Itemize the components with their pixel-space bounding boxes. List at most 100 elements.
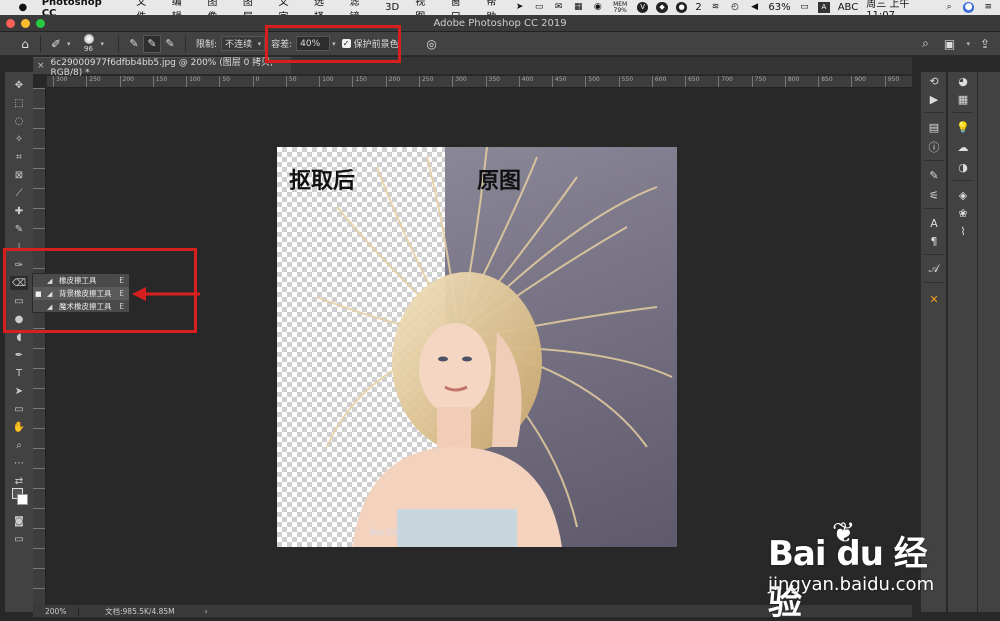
notification-count: 2 <box>695 2 702 13</box>
menu-3d[interactable]: 3D <box>385 2 399 13</box>
color-swatches[interactable] <box>10 488 28 508</box>
label-after-extract: 抠取后 <box>289 169 356 194</box>
libraries-panel-icon[interactable]: ☁ <box>954 140 972 154</box>
apple-icon[interactable]: ● <box>16 2 30 13</box>
info-panel-icon[interactable]: ⓘ <box>925 140 943 154</box>
ruler-tick <box>33 108 45 109</box>
background-color-swatch[interactable] <box>17 494 28 505</box>
swatches-panel-icon[interactable]: ▦ <box>954 92 972 106</box>
healing-brush-tool-icon[interactable]: ✚ <box>10 204 28 218</box>
color-panel-icon[interactable]: ◕ <box>954 74 972 88</box>
v-icon[interactable]: V <box>636 2 649 13</box>
channels-panel-icon[interactable]: ▤ <box>925 120 943 134</box>
tool-preset-icon[interactable]: ✐ <box>47 35 65 53</box>
minimize-window-button[interactable] <box>21 18 30 28</box>
share-icon[interactable]: ⇪ <box>976 35 994 53</box>
paragraph-panel-icon[interactable]: ¶ <box>925 234 943 248</box>
sampling-background-swatch-button[interactable]: ✎ <box>161 35 179 53</box>
calendar-icon[interactable]: ▦ <box>572 2 584 13</box>
ruler-tick-label: 50 <box>285 76 297 87</box>
notification-icon[interactable]: ● <box>675 2 688 13</box>
search-icon[interactable]: ⌕ <box>943 2 955 13</box>
workspace-icon[interactable]: ▣ <box>940 35 958 53</box>
siri-icon[interactable]: ● <box>962 2 975 13</box>
pressure-size-icon[interactable]: ◎ <box>423 35 441 53</box>
tools-cross-icon[interactable]: ✕ <box>925 292 943 306</box>
hand-tool-icon[interactable]: ✋ <box>10 420 28 434</box>
chat-icon[interactable]: ✉ <box>553 2 565 13</box>
input-method-icon[interactable]: A <box>818 2 830 13</box>
type-tool-icon[interactable]: T <box>10 366 28 380</box>
ruler-tick-label: 300 <box>452 76 467 87</box>
status-menu-arrow[interactable]: › <box>205 607 208 616</box>
horizontal-ruler[interactable]: 300 250 200 150 100 50 0 50 100 150 200 250 300 350 40… <box>47 76 912 88</box>
history-panel-icon[interactable]: ⟲ <box>925 74 943 88</box>
quick-mask-icon[interactable]: ◙ <box>10 514 28 528</box>
chevron-down-icon[interactable]: ▾ <box>966 40 970 48</box>
home-icon[interactable]: ⌂ <box>16 35 34 53</box>
brush-settings-icon[interactable]: ✎ <box>925 168 943 182</box>
notification-center-icon[interactable]: ≡ <box>982 2 994 13</box>
limit-label: 限制: <box>196 40 218 50</box>
location-arrow-icon[interactable]: ➤ <box>514 2 526 13</box>
adjustments-panel-icon[interactable]: ◑ <box>954 160 972 174</box>
document-image[interactable]: 抠取后 原图 iku.cn <box>277 147 677 547</box>
adjustments-sliders-icon[interactable]: ⚟ <box>925 188 943 202</box>
frame-tool-icon[interactable]: ⊠ <box>10 168 28 182</box>
more-tools-icon[interactable]: ⋯ <box>10 456 28 470</box>
vertical-ruler[interactable] <box>33 88 46 605</box>
zoom-tool-icon[interactable]: ⌕ <box>10 438 28 452</box>
wifi-icon[interactable]: ≋ <box>710 2 722 13</box>
path-selection-tool-icon[interactable]: ➤ <box>10 384 28 398</box>
character-panel-icon[interactable]: A <box>925 216 943 230</box>
zoom-level[interactable]: 200% <box>33 606 79 616</box>
ruler-tick <box>33 128 45 129</box>
marquee-tool-icon[interactable]: ⬚ <box>10 96 28 110</box>
eye-icon[interactable]: ◉ <box>592 2 604 13</box>
close-window-button[interactable] <box>6 18 15 28</box>
actions-panel-icon[interactable]: ▶ <box>925 92 943 106</box>
ruler-tick-label: 0 <box>252 76 259 87</box>
layers-panel-icon[interactable]: ◈ <box>954 188 972 202</box>
crop-tool-icon[interactable]: ⌗ <box>10 150 28 164</box>
input-method-label[interactable]: ABC <box>838 2 859 13</box>
paths-panel-icon[interactable]: ⌇ <box>954 224 972 238</box>
clock-icon[interactable]: ◴ <box>729 2 741 13</box>
document-size[interactable]: 文档:985.5K/4.85M <box>105 606 175 617</box>
ruler-tick <box>33 548 45 549</box>
close-icon[interactable]: × <box>37 61 45 71</box>
brush-tool-icon[interactable]: ✎ <box>10 222 28 236</box>
panel-dock-secondary: ◕ ▦ 💡 ☁ ◑ ◈ ❀ ⌇ <box>947 72 977 612</box>
zoom-window-button[interactable] <box>36 18 45 28</box>
hair-portrait-illustration <box>316 147 673 547</box>
sampling-once-button[interactable]: ✎ <box>143 34 162 53</box>
volume-icon[interactable]: ◀ <box>749 2 761 13</box>
magic-wand-tool-icon[interactable]: ✧ <box>10 132 28 146</box>
search-icon[interactable]: ⌕ <box>916 35 934 53</box>
channels-icon[interactable]: ❀ <box>954 206 972 220</box>
limit-select[interactable]: 不连续 ▾ <box>221 36 266 51</box>
chevron-down-icon[interactable]: ▾ <box>101 40 105 48</box>
brush-tip-icon <box>83 34 94 44</box>
ruler-tick <box>33 528 45 529</box>
swap-colors-icon[interactable]: ⇄ <box>10 474 28 488</box>
brush-preset-picker[interactable]: 96 <box>79 34 99 53</box>
app-icon[interactable]: ◆ <box>656 2 668 13</box>
memory-monitor[interactable]: MEM 79% <box>612 2 629 14</box>
screen-mode-icon[interactable]: ▭ <box>10 532 28 546</box>
chevron-down-icon[interactable]: ▾ <box>67 40 71 48</box>
ruler-tick <box>33 388 45 389</box>
move-tool-icon[interactable]: ✥ <box>10 78 28 92</box>
battery-percent[interactable]: 63% <box>768 2 790 13</box>
eyedropper-tool-icon[interactable]: ⟋ <box>10 186 28 200</box>
ruler-tick <box>33 88 45 89</box>
rectangle-tool-icon[interactable]: ▭ <box>10 402 28 416</box>
glyphs-panel-icon[interactable]: 𝒜 <box>925 262 943 276</box>
annotation-box-options <box>265 25 401 63</box>
learn-panel-icon[interactable]: 💡 <box>954 120 972 134</box>
pen-tool-icon[interactable]: ✒ <box>10 348 28 362</box>
lasso-tool-icon[interactable]: ◌ <box>10 114 28 128</box>
screen-icon[interactable]: ▭ <box>533 2 545 13</box>
document-tab[interactable]: × 6c29000977f6dfbb4bb5.jpg @ 200% (图层 0 … <box>33 57 291 78</box>
sampling-continuous-button[interactable]: ✎ <box>125 35 143 53</box>
